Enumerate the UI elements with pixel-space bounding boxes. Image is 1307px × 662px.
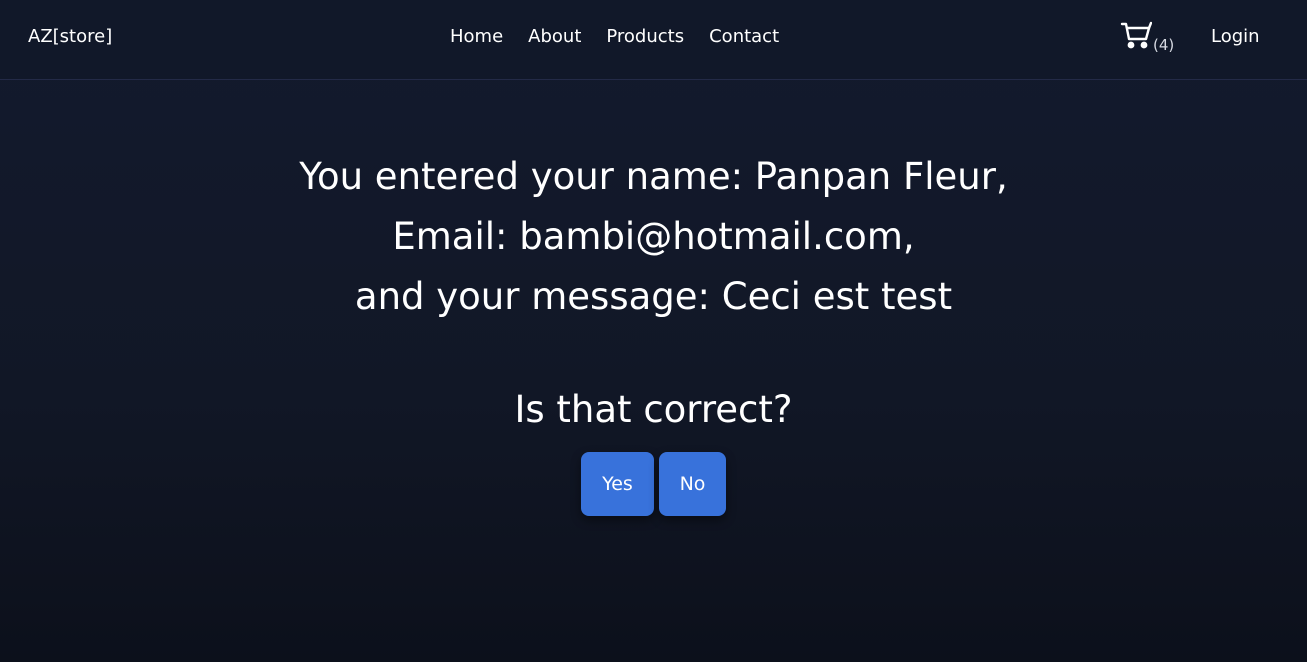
summary-email-line: Email: bambi@hotmail.com, (392, 215, 915, 258)
summary-message-line: and your message: Ceci est test (354, 275, 953, 318)
confirmation-buttons: Yes No (0, 452, 1307, 516)
navbar: AZ[store] Home About Products Contact (4… (0, 0, 1307, 80)
nav-link-products[interactable]: Products (606, 26, 684, 48)
summary-name-line: You entered your name: Panpan Fleur, (299, 155, 1008, 198)
cart-count: (4) (1153, 36, 1175, 54)
nav-link-contact[interactable]: Contact (709, 26, 779, 48)
confirmation-section: You entered your name: Panpan Fleur, Ema… (0, 80, 1307, 516)
login-link[interactable]: Login (1211, 26, 1260, 48)
cart-button[interactable]: (4) (1120, 20, 1174, 54)
main-nav: Home About Products Contact (450, 26, 779, 48)
brand-link[interactable]: AZ[store] (28, 26, 112, 48)
submission-summary: You entered your name: Panpan Fleur, Ema… (0, 147, 1307, 327)
confirmation-question: Is that correct? (514, 388, 793, 431)
no-button[interactable]: No (659, 452, 726, 516)
nav-link-home[interactable]: Home (450, 26, 503, 48)
cart-icon (1120, 21, 1152, 49)
nav-link-about[interactable]: About (528, 26, 581, 48)
yes-button[interactable]: Yes (581, 452, 654, 516)
